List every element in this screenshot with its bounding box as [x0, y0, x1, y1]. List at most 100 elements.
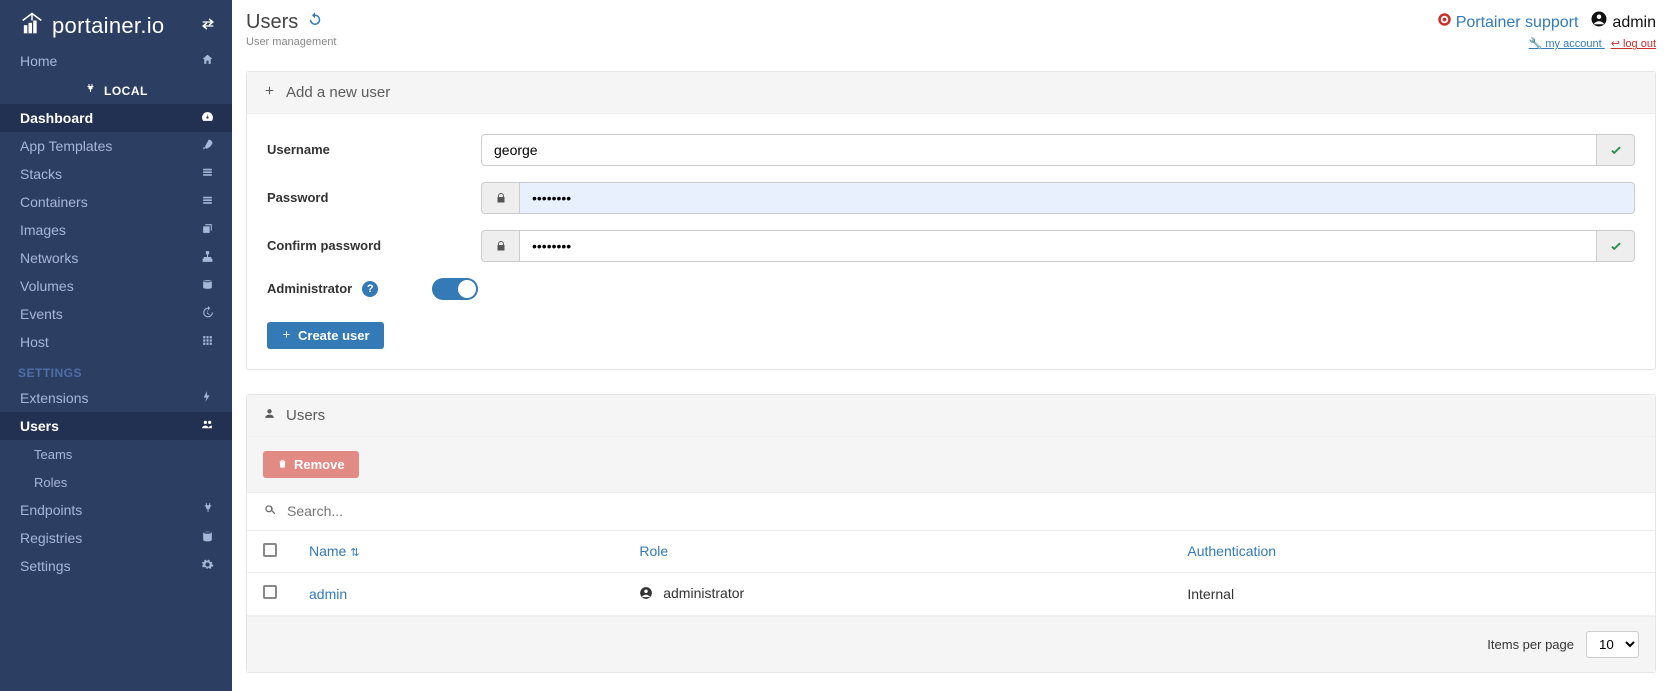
- search-icon: [263, 503, 277, 520]
- user-circle-icon: [1590, 10, 1608, 35]
- create-user-button[interactable]: Create user: [267, 322, 384, 349]
- support-link[interactable]: Portainer support: [1437, 12, 1579, 34]
- wrench-icon: 🔧: [1529, 38, 1543, 50]
- password-input[interactable]: [519, 182, 1635, 214]
- lifebuoy-icon: [1437, 12, 1452, 34]
- user-role-value: administrator: [663, 585, 744, 601]
- sidebar-item-networks[interactable]: Networks: [0, 244, 232, 272]
- sidebar-item-roles[interactable]: Roles: [0, 468, 232, 496]
- column-role[interactable]: Role: [623, 531, 1171, 573]
- users-panel-header: Users: [247, 395, 1655, 437]
- hdd-icon: [200, 278, 214, 294]
- user-circle-icon: [639, 587, 657, 603]
- sidebar-item-label: Events: [20, 306, 63, 322]
- sidebar-item-label: Volumes: [20, 278, 74, 294]
- search-input[interactable]: [287, 503, 1639, 519]
- sidebar-item-images[interactable]: Images: [0, 216, 232, 244]
- administrator-row: Administrator ?: [267, 278, 1635, 300]
- sidebar-header-local: LOCAL: [0, 75, 232, 104]
- sidebar-item-volumes[interactable]: Volumes: [0, 272, 232, 300]
- plus-icon: [281, 328, 292, 343]
- sidebar-item-label: Images: [20, 222, 66, 238]
- user-auth-value: Internal: [1171, 572, 1655, 615]
- trash-icon: [277, 457, 288, 472]
- remove-button[interactable]: Remove: [263, 451, 359, 478]
- tachometer-icon: [200, 110, 214, 126]
- administrator-label: Administrator: [267, 281, 352, 296]
- sidebar-item-settings[interactable]: Settings: [0, 552, 232, 580]
- table-row: admin administrator Internal: [247, 572, 1655, 615]
- lock-icon: [481, 230, 519, 262]
- lock-icon: [481, 182, 519, 214]
- administrator-toggle[interactable]: [432, 278, 478, 300]
- sidebar-item-label: App Templates: [20, 138, 112, 154]
- sidebar-item-label: Roles: [34, 475, 67, 490]
- plug-icon: [200, 502, 214, 518]
- sidebar-item-users[interactable]: Users: [0, 412, 232, 440]
- log-out-link[interactable]: ↩ log out: [1611, 38, 1656, 50]
- sidebar-item-label: Extensions: [20, 390, 88, 406]
- sign-out-icon: ↩: [1611, 38, 1620, 50]
- sidebar-item-label: Settings: [20, 558, 71, 574]
- database-icon: [200, 530, 214, 546]
- sidebar-item-label: Dashboard: [20, 110, 93, 126]
- portainer-logo-icon: [18, 10, 46, 41]
- sort-icon: ⇅: [350, 547, 359, 559]
- sidebar-item-dashboard[interactable]: Dashboard: [0, 104, 232, 132]
- username-label: Username: [267, 142, 481, 157]
- confirm-row: Confirm password: [267, 230, 1635, 262]
- sidebar-item-label: Home: [20, 53, 57, 69]
- bolt-icon: [200, 390, 214, 406]
- paging-label: Items per page: [1487, 637, 1574, 652]
- username-input[interactable]: [481, 134, 1597, 166]
- add-user-title: Add a new user: [286, 84, 390, 101]
- column-name[interactable]: Name ⇅: [293, 531, 623, 573]
- password-row: Password: [267, 182, 1635, 214]
- select-all-checkbox[interactable]: [263, 543, 277, 557]
- users-table: Name ⇅ Role Authentication admin adminis: [247, 531, 1655, 616]
- help-icon[interactable]: ?: [362, 281, 378, 297]
- user-name-link[interactable]: admin: [309, 586, 347, 602]
- rocket-icon: [200, 138, 214, 154]
- paging-select[interactable]: 10: [1586, 631, 1639, 658]
- add-user-panel-header: Add a new user: [247, 72, 1655, 114]
- sidebar-item-label: Stacks: [20, 166, 62, 182]
- brand-text: portainer.io: [52, 13, 164, 39]
- sidebar-item-endpoints[interactable]: Endpoints: [0, 496, 232, 524]
- sidebar-item-app-templates[interactable]: App Templates: [0, 132, 232, 160]
- user-icon: [263, 407, 276, 424]
- history-icon: [200, 306, 214, 322]
- column-auth[interactable]: Authentication: [1171, 531, 1655, 573]
- sidebar-item-extensions[interactable]: Extensions: [0, 384, 232, 412]
- sidebar-item-label: Registries: [20, 530, 82, 546]
- users-icon: [200, 418, 214, 434]
- sidebar-item-containers[interactable]: Containers: [0, 188, 232, 216]
- sidebar-item-label: Networks: [20, 250, 78, 266]
- users-panel: Users Remove Name ⇅: [246, 394, 1656, 673]
- sidebar-item-events[interactable]: Events: [0, 300, 232, 328]
- page-title: Users: [246, 10, 337, 34]
- row-checkbox[interactable]: [263, 585, 277, 599]
- sidebar-header-settings: SETTINGS: [0, 356, 232, 384]
- sidebar-item-teams[interactable]: Teams: [0, 440, 232, 468]
- my-account-link[interactable]: 🔧 my account: [1529, 38, 1605, 50]
- th-icon: [200, 334, 214, 350]
- sitemap-icon: [200, 250, 214, 266]
- sidebar-toggle-icon[interactable]: [200, 16, 216, 35]
- paging: Items per page 10: [247, 616, 1655, 672]
- cogs-icon: [200, 558, 214, 574]
- refresh-icon[interactable]: [306, 10, 324, 34]
- sidebar-item-label: Users: [20, 418, 59, 434]
- sidebar-item-host[interactable]: Host: [0, 328, 232, 356]
- main-content: Users User management Portainer support: [232, 0, 1670, 691]
- sidebar-item-registries[interactable]: Registries: [0, 524, 232, 552]
- sidebar-item-stacks[interactable]: Stacks: [0, 160, 232, 188]
- sidebar-item-home[interactable]: Home: [0, 47, 232, 75]
- sidebar: portainer.io Home LOCAL Dashboard: [0, 0, 232, 691]
- sidebar-item-label: Host: [20, 334, 49, 350]
- page-subtitle: User management: [246, 36, 337, 48]
- clone-icon: [200, 222, 214, 238]
- brand-area: portainer.io: [0, 0, 232, 47]
- confirm-input[interactable]: [519, 230, 1597, 262]
- list-icon: [200, 166, 214, 182]
